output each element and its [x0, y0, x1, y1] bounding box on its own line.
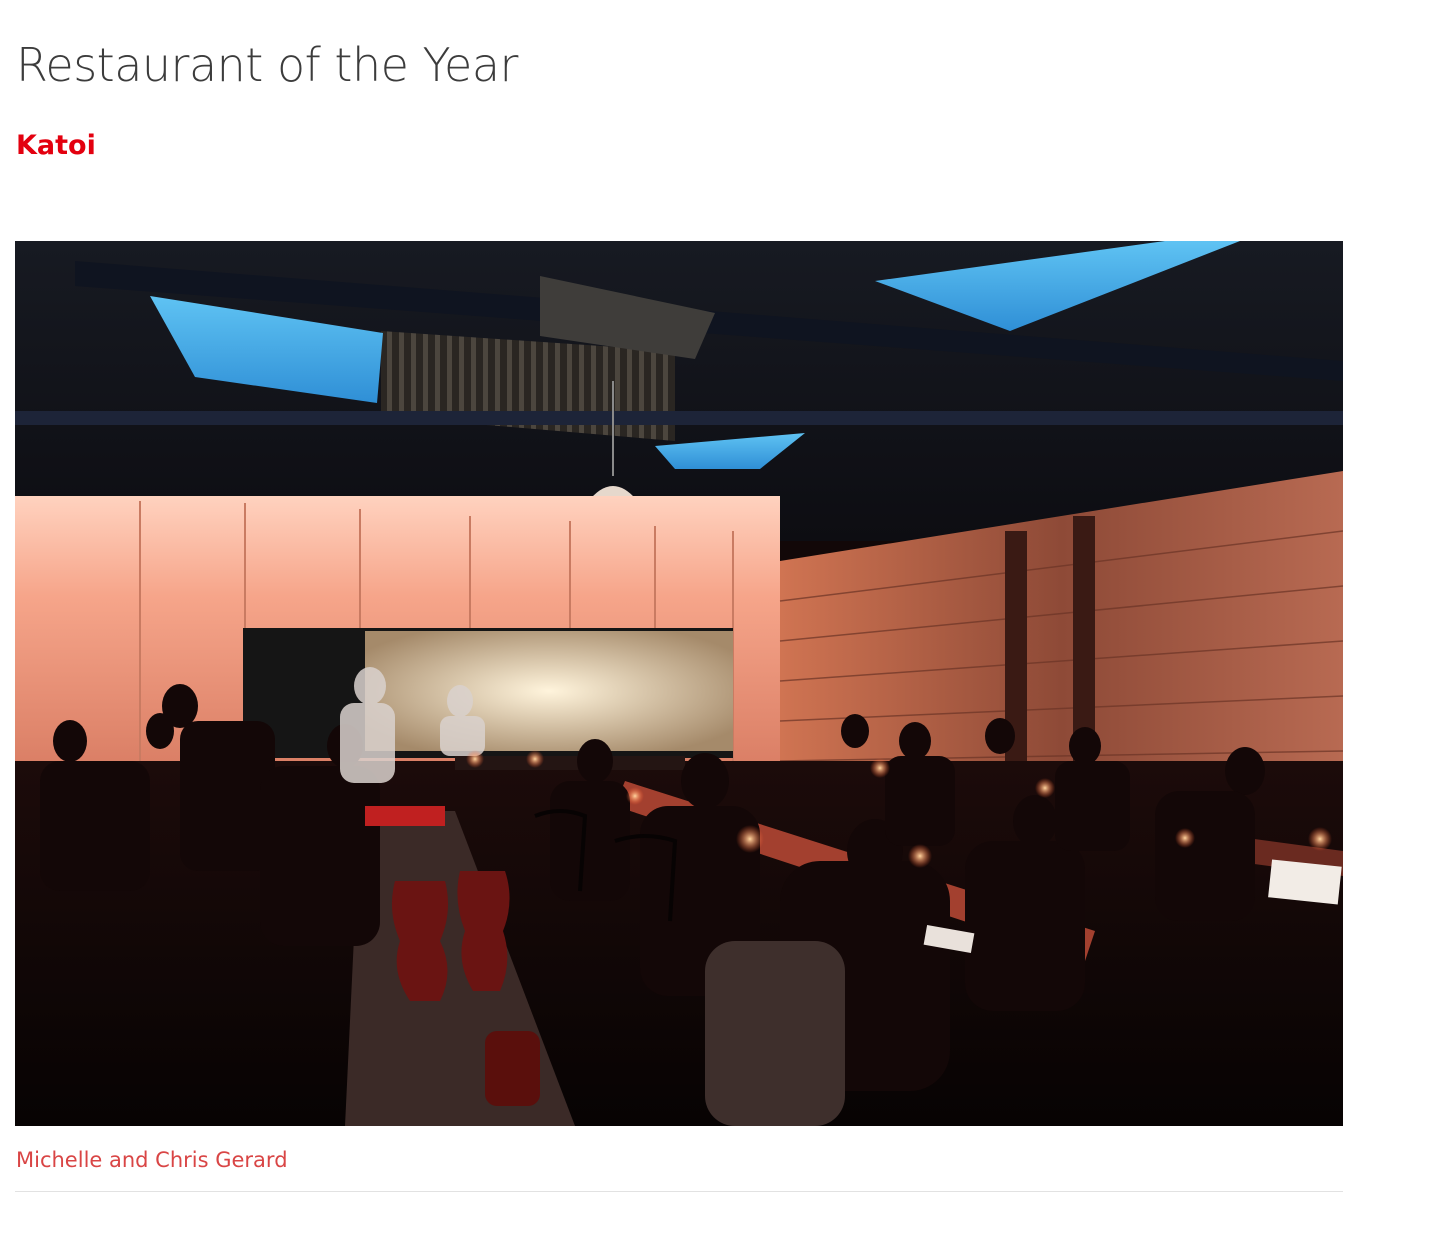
article-section: Restaurant of the Year Katoi Michelle an… — [0, 0, 1456, 1242]
page-title: Restaurant of the Year — [16, 38, 518, 92]
restaurant-name-link[interactable]: Katoi — [16, 127, 96, 165]
section-divider — [15, 1191, 1343, 1192]
restaurant-photo — [15, 241, 1343, 1126]
photo-credit: Michelle and Chris Gerard — [16, 1148, 288, 1172]
